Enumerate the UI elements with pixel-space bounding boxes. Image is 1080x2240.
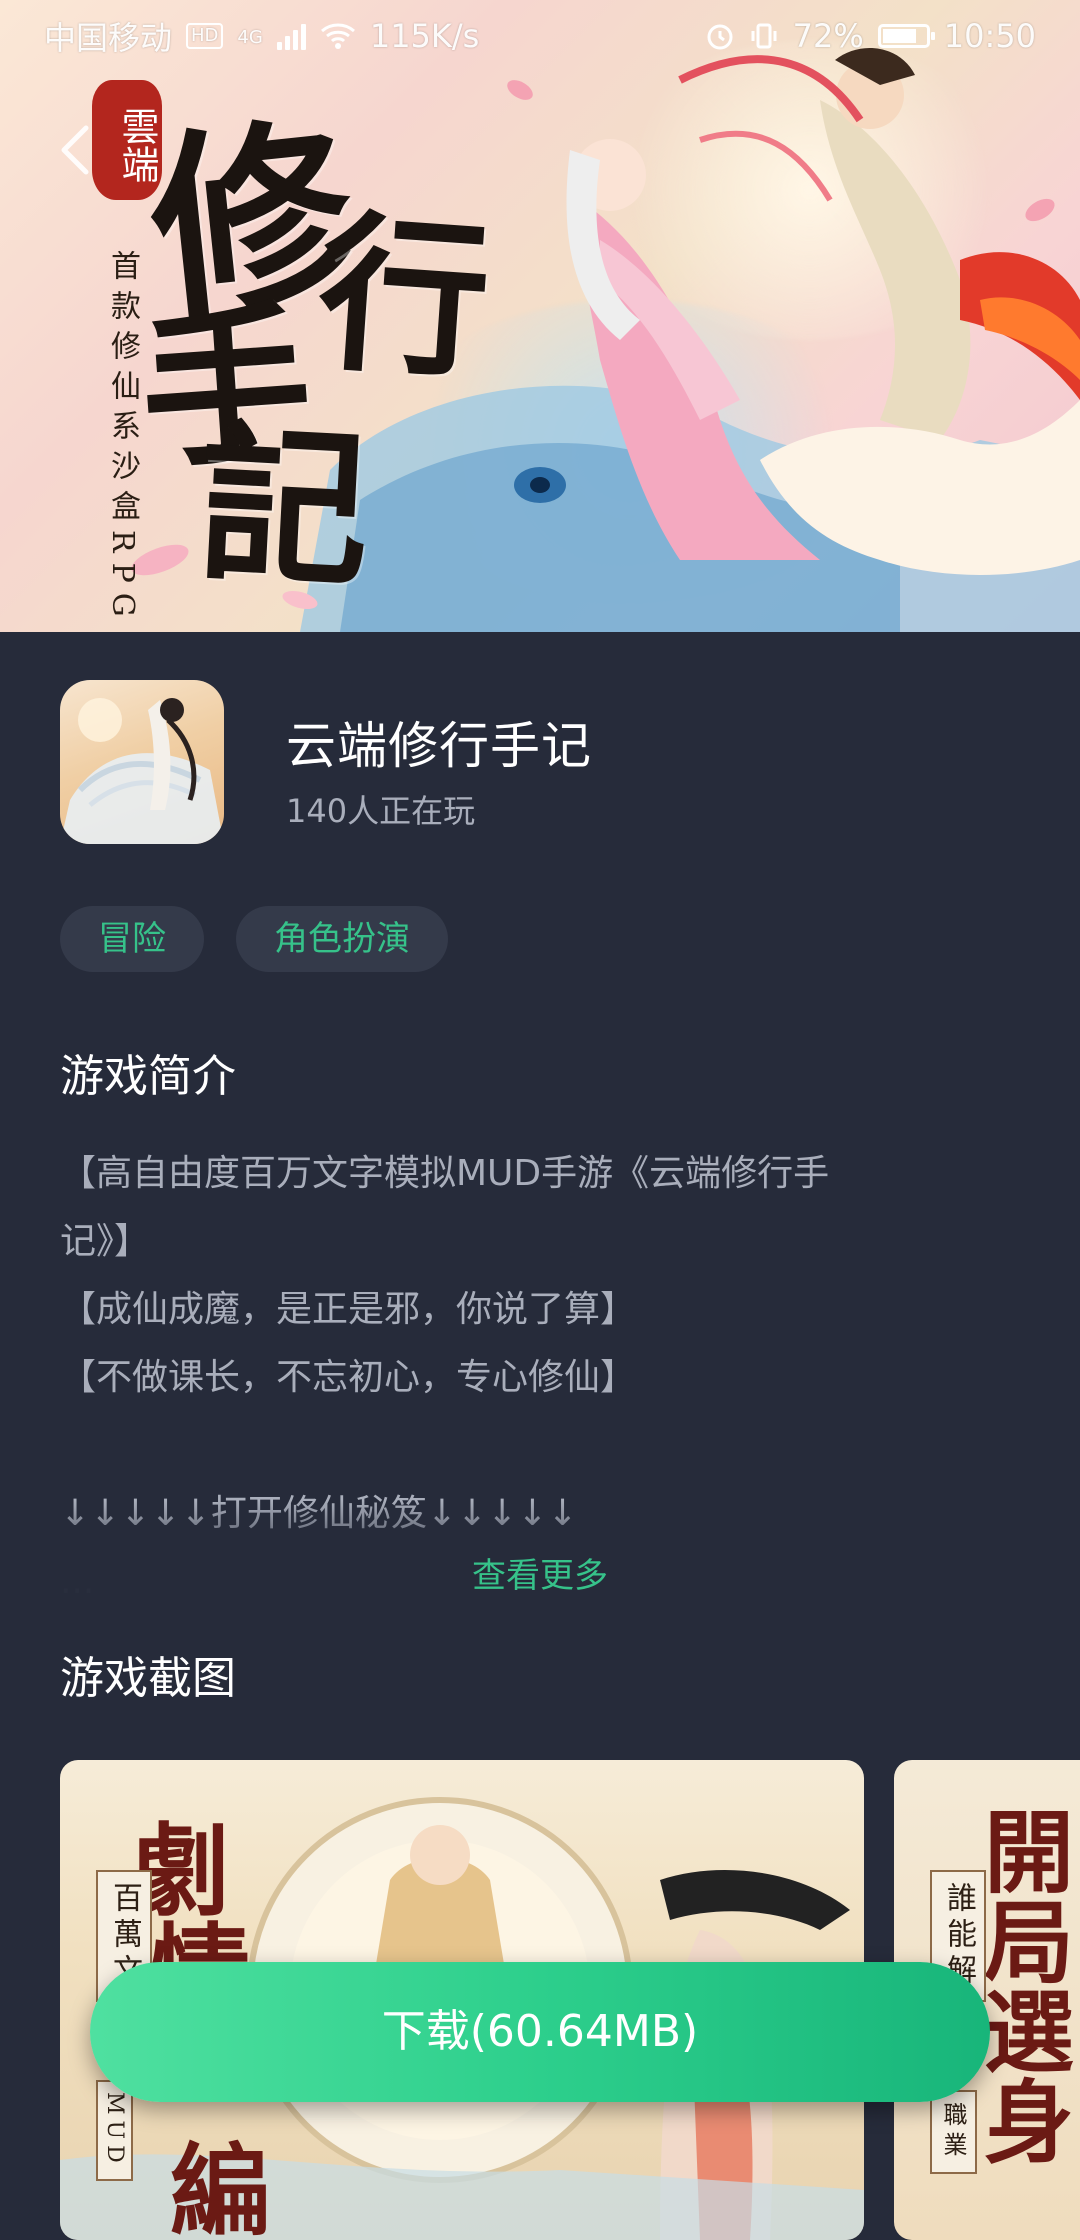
app-icon-artwork [60,698,224,844]
status-bar: 中国移动 HD 4G 115K/s 72% 10:50 [0,0,1080,72]
intro-line: 记》】 [60,1221,151,1262]
hd-badge: HD [186,23,224,49]
screenshot-2-ribbon: 職業 [930,2090,977,2174]
app-title: 云端修行手记 [286,717,592,775]
intro-line-empty [60,1412,960,1480]
battery-percent: 72% [792,17,864,55]
intro-line: 【成仙成魔，是正是邪，你说了算】 [60,1289,637,1330]
back-arrow-icon[interactable] [48,120,108,180]
app-icon [60,680,224,844]
screenshots-heading: 游戏截图 [60,1653,236,1704]
signal-icon [276,22,306,50]
vibrate-icon [751,23,777,49]
network-type: 4G [237,27,263,48]
game-banner: 雲端 修 行 手 記 首款修仙系沙盒RPG [0,0,1080,632]
screenshot-1-ribbon: MUD [96,2080,133,2181]
download-button[interactable]: 下载(60.64MB) [90,1962,990,2102]
view-more-link[interactable]: 查看更多 [0,1548,1080,1597]
banner-subtitle: 首款修仙系沙盒RPG [105,250,140,627]
alarm-icon [707,24,733,50]
battery-icon [877,24,935,48]
clock: 10:50 [943,17,1036,55]
banner-title-char-4: 記 [194,403,375,613]
tag-adventure[interactable]: 冒险 [60,906,204,972]
network-speed: 115K/s [369,17,480,55]
intro-line: 【高自由度百万文字模拟MUD手游《云端修行手 [60,1153,830,1194]
carrier-label: 中国移动 [44,19,173,57]
wifi-icon [320,23,355,49]
players-count: 140人正在玩 [286,792,476,830]
intro-line: 【不做课长，不忘初心，专心修仙】 [60,1357,637,1398]
screenshot-2-char: 身 [984,2070,1074,2176]
intro-heading: 游戏简介 [60,1051,236,1102]
tag-roleplay[interactable]: 角色扮演 [236,906,448,972]
tag-list: 冒险 角色扮演 [60,906,448,972]
screenshot-1-char: 編 [170,2132,270,2240]
